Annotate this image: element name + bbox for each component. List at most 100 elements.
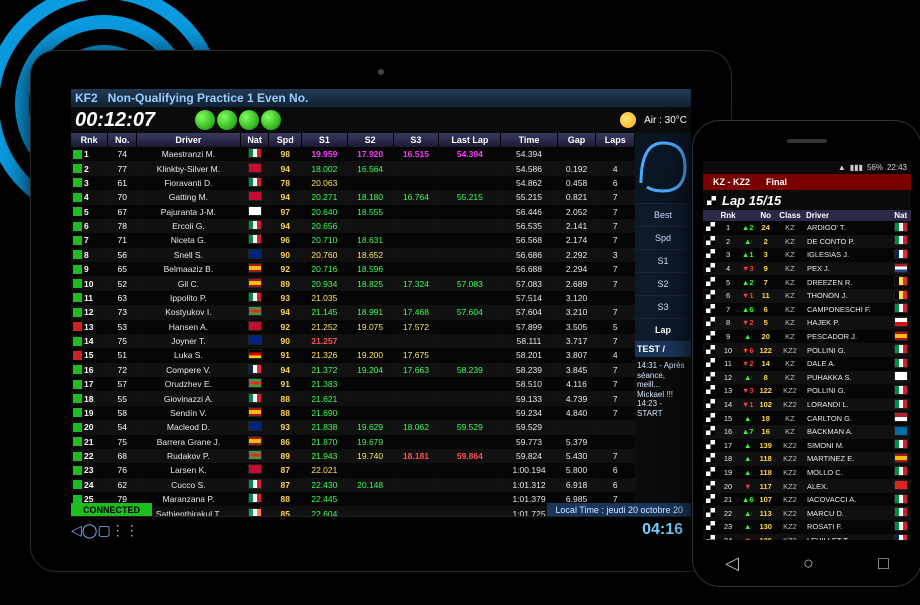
weather-panel: Air : 30°C [620,112,687,128]
track-map[interactable] [635,133,691,203]
session-name: Non-Qualifying Practice 1 Even No. [108,91,309,105]
col-spd[interactable]: Spd [269,133,301,147]
list-item[interactable]: 11▼214KZDALE A. [703,357,911,371]
sun-icon [620,112,636,128]
list-item[interactable]: 5▲27KZDREEZEN R. [703,275,911,289]
list-item[interactable]: 7▲66KZCAMPONESCHI F. [703,303,911,317]
tablet-camera [378,69,384,75]
s3-label: S3 [635,295,691,318]
timing-table[interactable]: RnkNo.DriverNatSpdS1S2S3Last LapTimeGapL… [71,133,635,535]
table-row[interactable]: 1052Gil C.8920.93418.82517.32457.08357.0… [71,276,635,290]
table-row[interactable]: 856Snell S.9020.76018.65256.6862.2923 [71,248,635,262]
list-item[interactable]: 19▲118KZ2MOLLO C. [703,466,911,480]
recent-icon[interactable]: □ [878,553,889,574]
col-s1[interactable]: S1 [301,133,347,147]
tab-final[interactable]: Final [760,177,793,187]
list-item[interactable]: 13▼3122KZ2POLLINI G. [703,384,911,398]
system-clock: 04:16 [642,521,683,539]
list-item[interactable]: 17▲139KZ2SIMONI M. [703,439,911,453]
table-row[interactable]: 2268Rudakov P.8921.94319.74018.18159.864… [71,449,635,463]
tablet-device: KF2 Non-Qualifying Practice 1 Even No. 0… [30,50,732,572]
spd-label: Spd [635,226,691,249]
table-row[interactable]: 1273Kostyukov I.9421.14518.99117.46857.6… [71,305,635,319]
android-nav-bar[interactable]: ◁ ◯ ▢ ⋮⋮ 04:16 [71,516,691,543]
table-row[interactable]: 1163Ippolito P.9321.03557.5143.120 [71,291,635,305]
list-item[interactable]: 12▲8KZPUHAKKA S. [703,371,911,385]
col-gap[interactable]: Gap [557,133,596,147]
col-rnk[interactable]: Rnk [71,133,108,147]
list-item[interactable]: 9▲20KZPESCADOR J. [703,330,911,344]
table-row[interactable]: 678Ercoli G.9420.65656.5352.1417 [71,219,635,233]
table-row[interactable]: 361Fioravanti D.7820.06354.8620.4586 [71,176,635,190]
home-icon[interactable]: ○ [803,553,814,574]
table-row[interactable]: 1551Luka S.9121.32619.20017.67558.2013.8… [71,348,635,362]
phone-clock: 22:43 [887,163,907,172]
table-row[interactable]: 1475Joyner T.9021.25758.1113.7177 [71,334,635,348]
list-item[interactable]: 14▼1102KZ2LORANDI L. [703,398,911,412]
col-s3[interactable]: S3 [393,133,439,147]
message-ticker: 14:31 - Après séance, meill... Mickael !… [635,357,691,423]
lap-counter-row: Lap 15/15 [703,190,911,210]
s2-label: S2 [635,272,691,295]
ph-col-5[interactable]: Driver [805,210,891,221]
list-item[interactable]: 2▲2KZDE CONTO P. [703,235,911,249]
phone-timing-table[interactable]: Rnk NoClassDriverNat 1▲224KZARDIGO' T.2▲2… [703,210,911,540]
list-item[interactable]: 20▼117KZ2ALEX. [703,479,911,493]
list-item[interactable]: 15▲18KZCARLTON G. [703,411,911,425]
list-item[interactable]: 10▼6122KZ2POLLINI G. [703,343,911,357]
table-row[interactable]: 277Klinkby-Silver M.9418.00216.56454.586… [71,161,635,175]
recent-icon[interactable]: ▢ [97,522,110,539]
tab-kz[interactable]: KZ - KZ2 [707,177,756,187]
col-s2[interactable]: S2 [347,133,393,147]
ph-col-2[interactable] [739,210,756,221]
table-row[interactable]: 1672Compere V.9421.37219.20417.66358.239… [71,363,635,377]
col-time[interactable]: Time [501,133,557,147]
table-row[interactable]: 2054Macleod D.9321.83819.62918.06259.529… [71,420,635,434]
table-row[interactable]: 965Belmaaziz B.9220.71618.59656.6882.294… [71,262,635,276]
table-row[interactable]: 771Niceta G.9620.71018.63156.5682.1747 [71,233,635,247]
ph-col-1[interactable]: Rnk [717,210,739,221]
apps-icon[interactable]: ⋮⋮ [111,522,139,539]
list-item[interactable]: 23▲130KZ2ROSATI F. [703,520,911,534]
lap-counter: Lap 15/15 [722,193,781,208]
col-lastlap[interactable]: Last Lap [439,133,501,147]
s1-label: S1 [635,249,691,272]
ph-col-0[interactable] [703,210,717,221]
col-nat[interactable]: Nat [240,133,269,147]
table-row[interactable]: 174Maestranzi M.9819.95917.92016.51554.3… [71,147,635,161]
table-row[interactable]: 1855Giovinazzi A.8821.62159.1334.7397 [71,391,635,405]
list-item[interactable]: 16▲716KZBACKMAN A. [703,425,911,439]
ph-col-4[interactable]: Class [775,210,805,221]
table-row[interactable]: 1353Hansen A.9221.25219.07517.57257.8993… [71,320,635,334]
col-laps[interactable]: Laps [596,133,635,147]
back-icon[interactable]: ◁ [725,553,739,574]
back-icon[interactable]: ◁ [71,522,82,539]
phone-tabs[interactable]: KZ - KZ2 Final [703,174,911,190]
phone-nav-bar[interactable]: ◁ ○ □ [693,540,920,586]
table-row[interactable]: 2462Cucco S.8722.43020.1481:01.3126.9186 [71,478,635,492]
col-no[interactable]: No. [108,133,137,147]
ph-col-3[interactable]: No [756,210,775,221]
list-item[interactable]: 8▼25KZHAJEK P. [703,316,911,330]
list-item[interactable]: 6▼111KZTHONON J. [703,289,911,303]
list-item[interactable]: 22▲113KZ2MARCU D. [703,506,911,520]
session-bar: KF2 Non-Qualifying Practice 1 Even No. [71,89,691,107]
list-item[interactable]: 4▼39KZPEX J. [703,262,911,276]
table-row[interactable]: 1958Sendín V.8821.69059.2344.8407 [71,406,635,420]
ph-col-6[interactable]: Nat [890,210,911,221]
test-label: TEST / [635,341,691,357]
table-row[interactable]: 567Pajuranta J-M.9720.64018.55556.4462.0… [71,205,635,219]
table-row[interactable]: 1757Orudzhev E.9121.38358.5104.1167 [71,377,635,391]
list-item[interactable]: 1▲224KZARDIGO' T. [703,221,911,235]
list-item[interactable]: 21▲6107KZ2IACOVACCI A. [703,493,911,507]
list-item[interactable]: 3▲13KZIGLESIAS J. [703,248,911,262]
table-row[interactable]: 2175Barrera Grane J.8621.87019.67959.773… [71,435,635,449]
table-row[interactable]: 2376Larsen K.8722.0211:00.1945.8006 [71,463,635,477]
signal-icon: ▮▮▮ [850,163,863,172]
col-driver[interactable]: Driver [137,133,240,147]
table-row[interactable]: 470Gatting M.9420.27118.18016.76455.2155… [71,190,635,204]
home-icon[interactable]: ◯ [82,522,98,539]
session-clock: 00:12:07 [75,109,155,132]
list-item[interactable]: 18▲118KZ2MARTINEZ E. [703,452,911,466]
local-time: Local Time : jeudi 20 octobre 20 [547,503,691,517]
